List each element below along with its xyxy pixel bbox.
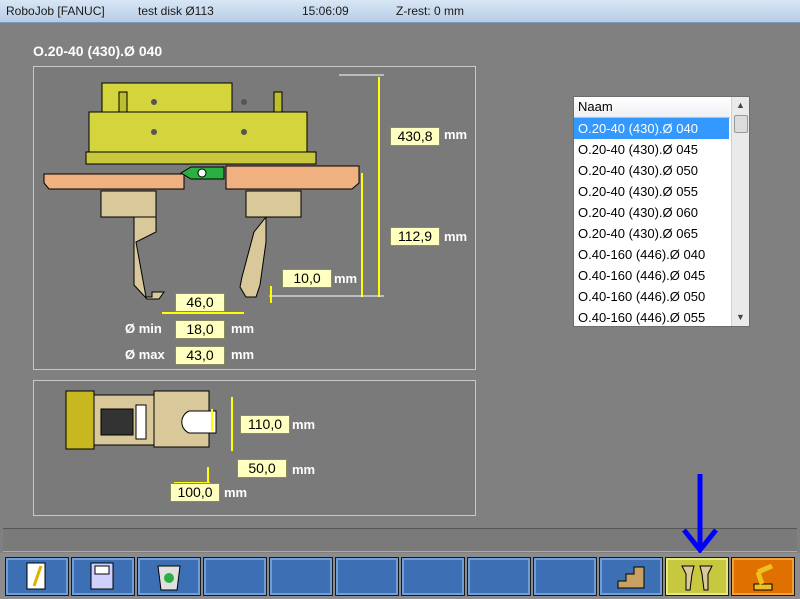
side-depth-unit: mm bbox=[292, 462, 316, 477]
gripper-list[interactable]: Naam O.20-40 (430).Ø 040 O.20-40 (430).Ø… bbox=[573, 96, 750, 327]
toolbar-button-7[interactable] bbox=[401, 557, 465, 596]
steps-button[interactable] bbox=[599, 557, 663, 596]
toolbar-button-9[interactable] bbox=[533, 557, 597, 596]
list-header[interactable]: Naam bbox=[574, 97, 730, 118]
robot-icon bbox=[753, 563, 773, 591]
tip-unit: mm bbox=[334, 271, 358, 286]
dmin-unit: mm bbox=[231, 321, 255, 336]
list-item[interactable]: O.20-40 (430).Ø 045 bbox=[574, 139, 729, 160]
robot-button[interactable] bbox=[731, 557, 795, 596]
dmax-label: Ø max bbox=[125, 347, 165, 362]
list-item[interactable]: O.40-160 (446).Ø 050 bbox=[574, 286, 729, 307]
toolbar-button-4[interactable] bbox=[203, 557, 267, 596]
gripper-title: O.20-40 (430).Ø 040 bbox=[33, 43, 163, 59]
side-height-value[interactable]: 110,0 bbox=[240, 415, 290, 434]
gripper-icon bbox=[681, 565, 713, 591]
dmax-value[interactable]: 43,0 bbox=[175, 346, 225, 365]
tip-value[interactable]: 10,0 bbox=[282, 269, 332, 288]
list-item[interactable]: O.40-160 (446).Ø 040 bbox=[574, 244, 729, 265]
gripper-side-view: 110,0 mm 50,0 mm 100,0 mm bbox=[33, 380, 476, 516]
width-value[interactable]: 46,0 bbox=[175, 293, 225, 312]
gripper-front-view: 430,8 mm 112,9 mm 10,0 mm 46,0 Ø min 18,… bbox=[33, 66, 476, 370]
side-length-unit: mm bbox=[224, 485, 248, 500]
list-scrollbar[interactable]: ▲ ▼ bbox=[731, 97, 749, 326]
z-rest-label: Z-rest: 0 mm bbox=[396, 4, 464, 18]
scroll-down-icon[interactable]: ▼ bbox=[732, 309, 749, 326]
dmax-unit: mm bbox=[231, 347, 255, 362]
toolbar-button-5[interactable] bbox=[269, 557, 333, 596]
save-icon bbox=[90, 562, 114, 590]
toolbar-button-8[interactable] bbox=[467, 557, 531, 596]
status-bar bbox=[3, 528, 797, 552]
list-item[interactable]: O.20-40 (430).Ø 050 bbox=[574, 160, 729, 181]
steps-icon bbox=[617, 566, 645, 589]
gripper-drawing bbox=[43, 74, 384, 314]
recycle-bin-button[interactable] bbox=[137, 557, 201, 596]
scroll-thumb[interactable] bbox=[734, 115, 748, 133]
toolbar-button-6[interactable] bbox=[335, 557, 399, 596]
scroll-up-icon[interactable]: ▲ bbox=[732, 97, 749, 114]
edit-icon bbox=[26, 562, 46, 590]
list-item[interactable]: O.20-40 (430).Ø 060 bbox=[574, 202, 729, 223]
side-drawing bbox=[65, 390, 233, 485]
finger-height-value[interactable]: 112,9 bbox=[390, 227, 440, 246]
edit-button[interactable] bbox=[5, 557, 69, 596]
recycle-bin-icon bbox=[157, 565, 181, 591]
disk-label: test disk Ø113 bbox=[138, 4, 214, 18]
gripper-button[interactable] bbox=[665, 557, 729, 596]
app-title: RoboJob [FANUC] bbox=[6, 4, 105, 18]
toolbar bbox=[0, 553, 800, 599]
clock: 15:06:09 bbox=[302, 4, 349, 18]
list-item[interactable]: O.20-40 (430).Ø 040 bbox=[574, 118, 729, 139]
list-item[interactable]: O.40-160 (446).Ø 045 bbox=[574, 265, 729, 286]
side-height-unit: mm bbox=[292, 417, 316, 432]
side-length-value[interactable]: 100,0 bbox=[170, 483, 220, 502]
dmin-value[interactable]: 18,0 bbox=[175, 320, 225, 339]
title-bar: RoboJob [FANUC] test disk Ø113 15:06:09 … bbox=[0, 0, 800, 23]
list-item[interactable]: O.20-40 (430).Ø 065 bbox=[574, 223, 729, 244]
total-height-unit: mm bbox=[444, 127, 468, 142]
save-button[interactable] bbox=[71, 557, 135, 596]
dmin-label: Ø min bbox=[125, 321, 162, 336]
side-depth-value[interactable]: 50,0 bbox=[237, 459, 287, 478]
arrow-down-icon bbox=[682, 474, 718, 554]
list-item[interactable]: O.40-160 (446).Ø 055 bbox=[574, 307, 729, 328]
total-height-value[interactable]: 430,8 bbox=[390, 127, 440, 146]
list-item[interactable]: O.20-40 (430).Ø 055 bbox=[574, 181, 729, 202]
finger-height-unit: mm bbox=[444, 229, 468, 244]
